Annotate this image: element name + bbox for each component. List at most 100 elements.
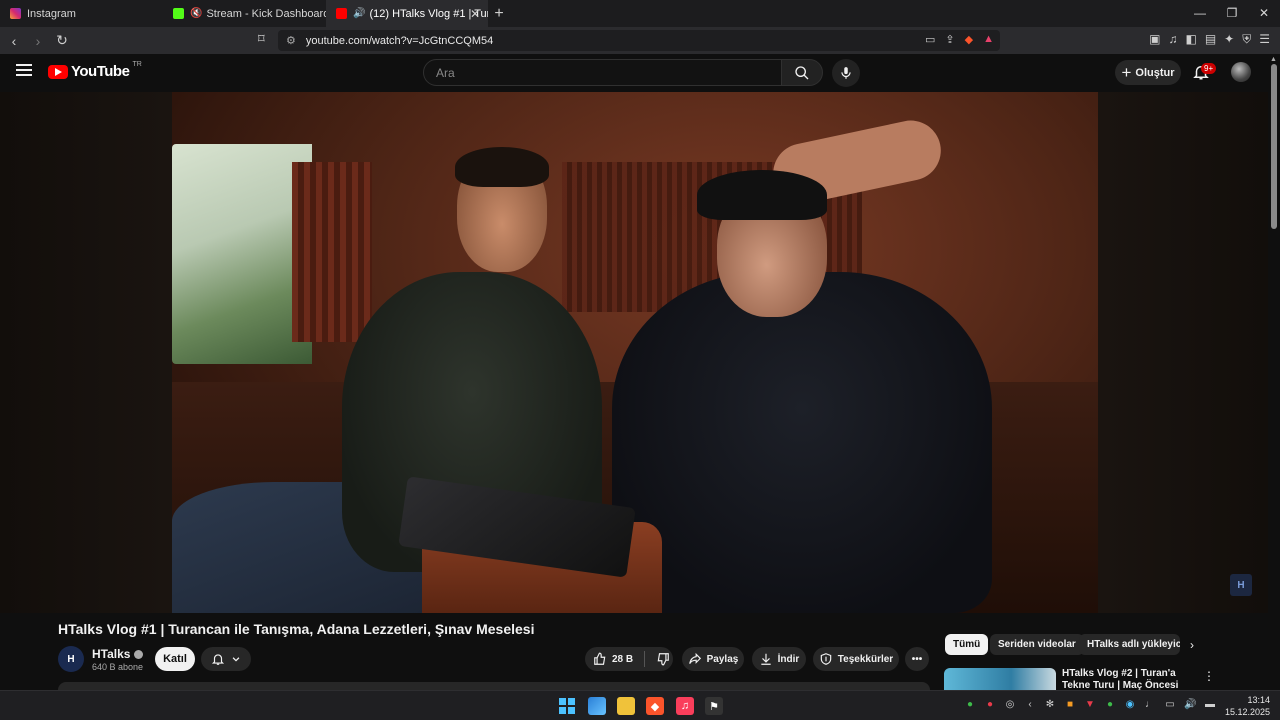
recommendation-thumbnail[interactable] [944,668,1056,690]
subscription-bell-button[interactable] [201,647,251,671]
create-button[interactable]: + Oluştur [1115,60,1181,85]
video-frame[interactable] [172,92,1098,613]
tray-icon[interactable]: ■ [1064,699,1076,710]
tray-icon[interactable]: ▼ [1084,699,1096,710]
join-button[interactable]: Katıl [155,647,195,671]
photos-app-icon[interactable] [588,697,606,715]
video-player[interactable] [0,92,1268,613]
logo-text: YouTube [71,63,130,80]
restore-icon[interactable]: ❐ [1216,0,1248,27]
app-icon[interactable]: ⚑ [705,697,723,715]
bookmark-icon[interactable]: ⌑ [258,31,265,47]
channel-name-link[interactable]: HTalks [92,647,144,661]
video-scene-curtain [292,162,372,342]
reader-icon[interactable]: ▣ [1149,32,1160,47]
back-icon[interactable]: ‹ [4,33,24,49]
search-button[interactable] [781,59,823,86]
download-icon [760,653,771,665]
tray-icon[interactable]: ● [1104,699,1116,710]
speaker-icon[interactable]: 🔊 [353,8,365,19]
scroll-up-icon[interactable]: ▲ [1270,56,1277,63]
clock-time: 13:14 [1247,695,1270,705]
browser-tab-instagram[interactable]: Instagram [0,0,163,27]
menu-icon[interactable]: ☰ [1259,32,1270,47]
voice-search-button[interactable] [832,59,860,87]
minimize-icon[interactable]: — [1184,0,1216,27]
site-info-icon[interactable]: ⚙ [286,34,296,47]
video-title: HTalks Vlog #1 | Turancan ile Tanışma, A… [58,621,535,637]
new-tab-button[interactable]: + [488,5,510,23]
cast-icon[interactable]: ▭ [925,33,935,46]
muted-speaker-icon[interactable]: 🔇 [190,8,202,19]
recommendation-menu-icon[interactable]: ⋮ [1203,669,1215,683]
tray-icon[interactable]: ‹ [1024,699,1036,710]
like-count[interactable]: 28 B [612,654,633,665]
dislike-icon[interactable] [656,652,670,666]
plus-icon: + [1121,62,1132,82]
kick-icon [173,8,184,19]
channel-avatar[interactable]: H [58,646,84,672]
address-bar[interactable]: ⚙ youtube.com/watch?v=JcGtnCCQM54 ▭ ⇪ ◆ … [278,30,1000,51]
share-button[interactable]: Paylaş [682,647,744,671]
vpn-icon[interactable]: ⛨ [1242,32,1251,47]
page-scrollbar[interactable]: ▲ [1268,54,1280,690]
thanks-label: Teşekkürler [837,653,894,665]
close-window-icon[interactable]: ✕ [1248,0,1280,27]
youtube-logo[interactable]: YouTube TR [48,61,142,80]
wallet-icon[interactable]: ▤ [1205,32,1216,47]
leo-icon[interactable]: ✦ [1224,32,1234,47]
search-input[interactable] [424,60,781,85]
media-icon[interactable]: ♫ [1168,32,1177,47]
download-button[interactable]: İndir [752,647,806,671]
forward-icon[interactable]: › [28,33,48,49]
close-tab-icon[interactable]: ✕ [470,7,480,21]
brave-browser-icon[interactable]: ◆ [646,697,664,715]
system-clock[interactable]: 13:14 15.12.2025 [1225,694,1270,718]
volume-icon[interactable]: 🔊 [1184,699,1196,710]
youtube-masthead: YouTube TR + Oluştur [0,54,1280,92]
like-icon[interactable] [593,652,607,666]
brave-shield-icon[interactable]: ◆ [965,33,973,46]
guide-menu-icon[interactable] [16,64,32,76]
tray-icon[interactable]: ✻ [1044,699,1056,710]
scrollbar-thumb[interactable] [1271,64,1277,229]
thanks-button[interactable]: Teşekkürler [813,647,899,671]
music-app-icon[interactable]: ♫ [676,697,694,715]
taskbar: ◆ ♫ ⚑ ● ● ◎ ‹ ✻ ■ ▼ ● ◉ ♩ ▭ 🔊 ▬ 13:14 15… [0,690,1280,720]
tray-icon[interactable]: ● [984,699,996,710]
start-icon[interactable] [558,697,576,715]
super-thanks-icon [820,653,832,665]
player-letterbox-right [1098,92,1268,613]
account-avatar[interactable] [1231,62,1251,82]
like-divider [644,651,646,667]
tray-icon[interactable]: ◎ [1004,699,1016,710]
search-box [423,59,782,86]
tray-icon[interactable]: ● [964,699,976,710]
file-explorer-icon[interactable] [617,697,635,715]
microphone-icon[interactable]: ♩ [1144,699,1156,710]
video-scene-person [612,272,992,613]
chip-uploader[interactable]: HTalks adlı yükleyicid [1079,634,1180,655]
chip-all[interactable]: Tümü [945,634,989,655]
browser-tab-youtube[interactable]: 🔊 (12) HTalks Vlog #1 | Turancan ✕ [326,0,488,27]
rewards-icon[interactable]: ▲ [983,33,994,46]
sidebar-icon[interactable]: ◧ [1185,32,1196,47]
tray-icon[interactable]: ◉ [1124,699,1136,710]
chip-series[interactable]: Seriden videolar [990,634,1084,655]
chevron-right-icon[interactable]: › [1190,638,1194,652]
subscriber-count: 640 B abone [92,662,144,672]
bell-icon [211,654,225,665]
more-actions-button[interactable]: ••• [905,647,929,671]
network-icon[interactable]: ▭ [1164,699,1176,710]
channel-watermark[interactable]: H [1230,574,1252,596]
share-page-icon[interactable]: ⇪ [945,33,954,46]
system-tray: ● ● ◎ ‹ ✻ ■ ▼ ● ◉ ♩ ▭ 🔊 ▬ [964,699,1216,710]
chevron-down-icon [232,657,240,662]
battery-icon[interactable]: ▬ [1204,699,1216,710]
video-scene-person [697,170,827,220]
description-box[interactable] [58,682,930,690]
region-code: TR [132,61,142,68]
recommendation-title[interactable]: HTalks Vlog #2 | Turan'a Tekne Turu | Ma… [1062,668,1194,690]
reload-icon[interactable]: ↻ [52,32,72,49]
browser-tab-kick[interactable]: 🔇 Stream - Kick Dashboard [163,0,326,27]
